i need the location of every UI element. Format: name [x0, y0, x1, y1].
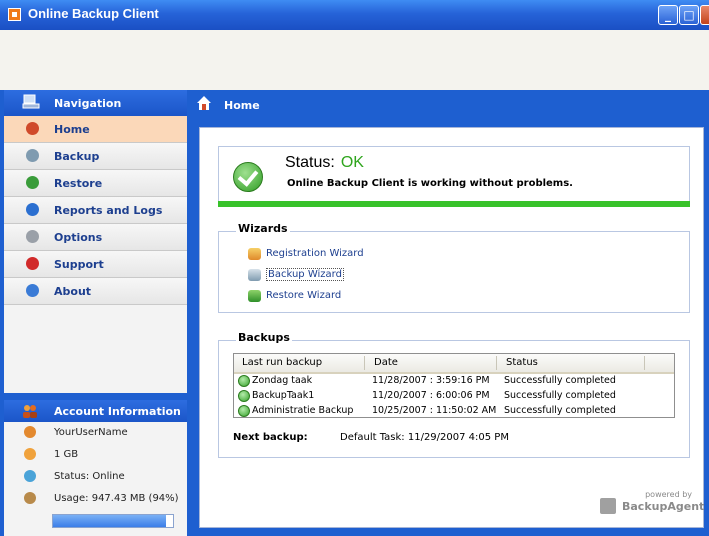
status-heading: Status: OK — [285, 154, 364, 172]
status-box: Status: OK Online Backup Client is workin… — [218, 146, 690, 206]
home-header: Home — [192, 90, 709, 118]
username-text: YourUserName — [54, 427, 128, 438]
cell-status: Successfully completed — [504, 375, 616, 386]
status-value: OK — [340, 154, 364, 171]
status-row: Status: Online — [4, 466, 187, 488]
brand-text: BackupAgent — [622, 500, 705, 513]
table-row[interactable]: BackupTaak1 11/20/2007 : 6:00:06 PM Succes… — [234, 389, 674, 404]
registration-icon — [248, 248, 261, 260]
cell-name: BackupTaak1 — [252, 390, 315, 401]
restore-wizard-label: Restore Wizard — [266, 290, 342, 301]
powered-by-text: powered by — [645, 490, 692, 499]
usage-text: Usage: 947.43 MB (94%) — [54, 493, 179, 504]
close-button[interactable] — [700, 5, 709, 25]
nav-item-about[interactable]: About — [4, 278, 187, 305]
account-information-panel: Account Information YourUserName 1 GB St… — [4, 400, 187, 536]
restore-icon — [26, 176, 39, 189]
computer-icon — [22, 94, 40, 109]
column-header-last-run[interactable]: Last run backup — [242, 357, 322, 368]
nav-item-label: Reports and Logs — [54, 204, 163, 217]
backup-icon — [26, 149, 39, 162]
column-header-date[interactable]: Date — [374, 357, 398, 368]
about-icon — [26, 284, 39, 297]
toolbar-area — [0, 30, 709, 91]
storage-icon — [24, 448, 36, 460]
backup-wizard-label: Backup Wizard — [266, 268, 344, 281]
success-icon — [238, 375, 250, 387]
online-status-icon — [24, 470, 36, 482]
usage-row: Usage: 947.43 MB (94%) — [4, 488, 187, 510]
status-bar — [218, 201, 690, 207]
wizards-title: Wizards — [236, 222, 290, 235]
table-row[interactable]: Zondag taak 11/28/2007 : 3:59:16 PM Succes… — [234, 374, 674, 389]
cell-date: 11/20/2007 : 6:00:06 PM — [372, 390, 490, 401]
options-icon — [26, 230, 39, 243]
cell-name: Administratie Backup — [252, 405, 354, 416]
backups-table[interactable]: Last run backup Date Status Zondag taak 1… — [233, 353, 675, 418]
backups-title: Backups — [236, 331, 292, 344]
quota-row: 1 GB — [4, 444, 187, 466]
lock-icon — [600, 498, 616, 514]
title-bar: Online Backup Client _ □ — [0, 0, 709, 30]
usage-progress-bar — [52, 514, 174, 528]
cell-status: Successfully completed — [504, 405, 616, 416]
users-icon — [23, 405, 37, 418]
nav-item-backup[interactable]: Backup — [4, 143, 187, 170]
success-icon — [238, 390, 250, 402]
nav-item-label: Home — [54, 123, 90, 136]
reports-icon — [26, 203, 39, 216]
table-header: Last run backup Date Status — [234, 354, 674, 374]
backupagent-logo: powered by BackupAgent — [600, 488, 704, 518]
usage-progress-fill — [53, 515, 166, 527]
app-icon — [8, 8, 21, 21]
column-header-status[interactable]: Status — [506, 357, 538, 368]
home-title: Home — [224, 99, 260, 112]
usage-icon — [24, 492, 36, 504]
window-title: Online Backup Client — [28, 6, 159, 21]
nav-item-restore[interactable]: Restore — [4, 170, 187, 197]
nav-item-label: Options — [54, 231, 103, 244]
nav-item-label: About — [54, 285, 92, 298]
status-label: Status: — [285, 154, 335, 171]
success-icon — [238, 405, 250, 417]
account-title: Account Information — [54, 405, 181, 418]
nav-item-home[interactable]: Home — [4, 116, 187, 143]
nav-item-label: Support — [54, 258, 104, 271]
restore-wizard-icon — [248, 290, 261, 302]
nav-item-label: Backup — [54, 150, 100, 163]
nav-item-options[interactable]: Options — [4, 224, 187, 251]
maximize-button[interactable]: □ — [679, 5, 699, 25]
nav-item-reports-and-logs[interactable]: Reports and Logs — [4, 197, 187, 224]
account-header: Account Information — [4, 400, 187, 422]
user-icon — [24, 426, 36, 438]
username-row: YourUserName — [4, 422, 187, 444]
navigation-header: Navigation — [4, 90, 187, 116]
nav-item-support[interactable]: Support — [4, 251, 187, 278]
cell-date: 11/28/2007 : 3:59:16 PM — [372, 375, 490, 386]
quota-text: 1 GB — [54, 449, 79, 460]
cell-date: 10/25/2007 : 11:50:02 AM — [372, 405, 497, 416]
support-icon — [26, 257, 39, 270]
status-ok-icon — [233, 162, 263, 192]
backup-wizard-icon — [248, 269, 261, 281]
navigation-title: Navigation — [54, 97, 122, 110]
next-backup-value: Default Task: 11/29/2007 4:05 PM — [340, 432, 509, 443]
table-row[interactable]: Administratie Backup 10/25/2007 : 11:50:0… — [234, 404, 674, 419]
cell-name: Zondag taak — [252, 375, 313, 386]
registration-wizard-label: Registration Wizard — [266, 248, 364, 259]
minimize-button[interactable]: _ — [658, 5, 678, 25]
status-text: Status: Online — [54, 471, 125, 482]
status-message: Online Backup Client is working without … — [287, 178, 573, 189]
navigation-panel: Navigation Home Backup Restore Reports and … — [4, 90, 187, 393]
cell-status: Successfully completed — [504, 390, 616, 401]
next-backup-label: Next backup: — [233, 432, 308, 443]
home-icon — [26, 122, 39, 135]
nav-item-label: Restore — [54, 177, 103, 190]
home-icon — [197, 96, 211, 110]
